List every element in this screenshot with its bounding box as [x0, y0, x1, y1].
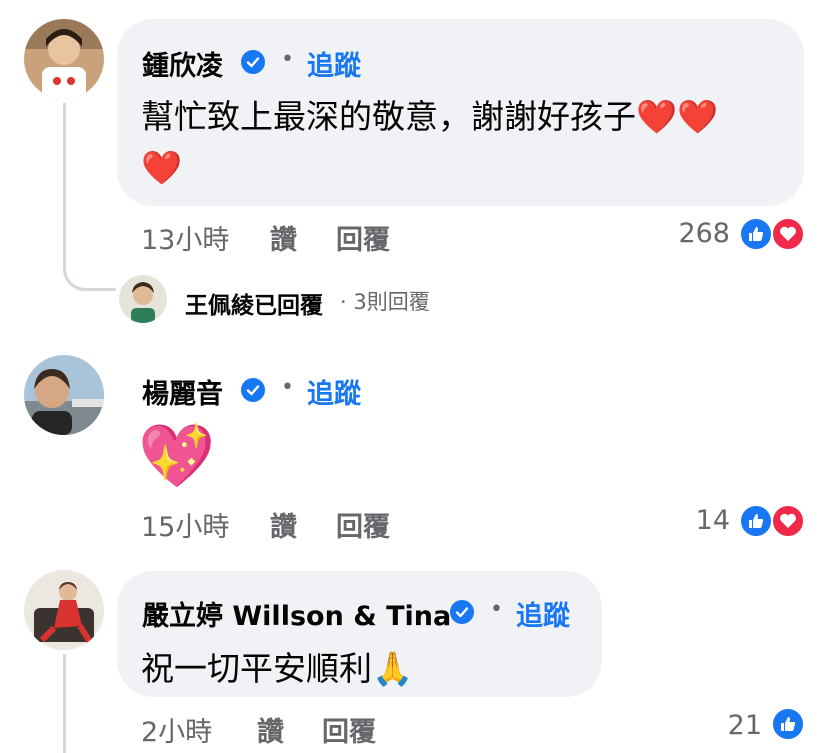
commenter-name[interactable]: 嚴立婷 Willson & Tina: [142, 594, 451, 633]
commenter-name[interactable]: 楊麗音: [142, 372, 223, 411]
like-button[interactable]: 讚: [270, 218, 297, 257]
like-icon: [771, 707, 805, 741]
separator-dot: •: [281, 47, 294, 72]
view-replies-link[interactable]: · 3則回覆: [340, 286, 430, 316]
verified-badge-icon: [450, 600, 474, 624]
reaction-count[interactable]: 21: [692, 710, 762, 741]
reply-button[interactable]: 回覆: [336, 218, 390, 257]
separator-dot: •: [281, 375, 294, 400]
avatar[interactable]: [24, 19, 104, 99]
avatar[interactable]: [24, 355, 104, 435]
reply-author[interactable]: 王佩綾已回覆: [185, 286, 323, 320]
like-icon: [739, 217, 773, 251]
thread-line: [63, 103, 116, 291]
love-icon: [771, 504, 805, 538]
verified-badge-icon: [241, 378, 265, 402]
commenter-name[interactable]: 鍾欣凌: [142, 44, 223, 83]
thread-line: [63, 654, 66, 753]
reply-button[interactable]: 回覆: [336, 505, 390, 544]
reaction-count[interactable]: 14: [660, 505, 730, 536]
comment-timestamp[interactable]: 15小時: [141, 505, 229, 544]
comment-timestamp[interactable]: 2小時: [141, 710, 212, 749]
reply-button[interactable]: 回覆: [322, 710, 376, 749]
reply-avatar[interactable]: [119, 275, 167, 323]
verified-badge-icon: [241, 50, 265, 74]
comment-emoji: 💖: [138, 419, 216, 492]
reaction-count[interactable]: 268: [660, 218, 730, 249]
like-icon: [739, 504, 773, 538]
love-icon: [771, 217, 805, 251]
comment-text: 幫忙致上最深的敬意，謝謝好孩子❤️❤️: [141, 97, 719, 136]
follow-button[interactable]: 追蹤: [307, 44, 361, 83]
comment-text: 祝一切平安順利🙏: [141, 649, 414, 688]
comment-text-continued: ❤️: [141, 148, 183, 187]
separator-dot: •: [490, 597, 503, 622]
follow-button[interactable]: 追蹤: [307, 372, 361, 411]
follow-button[interactable]: 追蹤: [516, 594, 570, 633]
avatar[interactable]: [24, 570, 104, 650]
like-button[interactable]: 讚: [270, 505, 297, 544]
like-button[interactable]: 讚: [257, 710, 284, 749]
comment-timestamp[interactable]: 13小時: [141, 218, 229, 257]
